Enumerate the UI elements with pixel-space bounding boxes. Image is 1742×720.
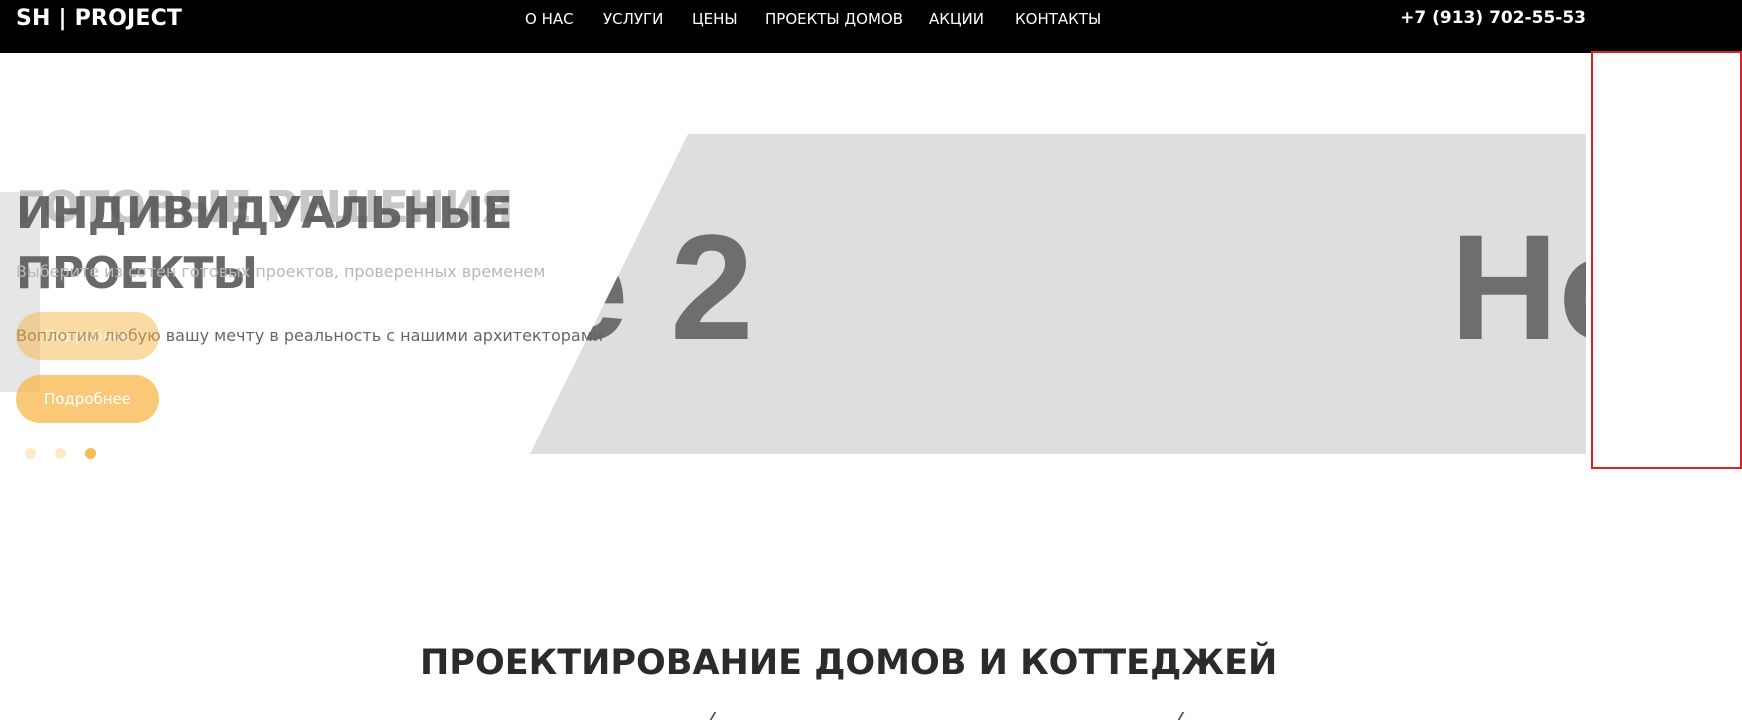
section-title: ПРОЕКТИРОВАНИЕ ДОМОВ И КОТТЕДЖЕЙ bbox=[420, 643, 1278, 683]
phone-number[interactable]: +7 (913) 702-55-53 bbox=[1400, 8, 1586, 28]
nav-item-services[interactable]: УСЛУГИ bbox=[603, 10, 663, 28]
nav-item-prices[interactable]: ЦЕНЫ bbox=[692, 10, 738, 28]
nav-item-contacts[interactable]: КОНТАКТЫ bbox=[1015, 10, 1101, 28]
nav-item-promotions[interactable]: АКЦИИ bbox=[929, 10, 984, 28]
site-logo[interactable]: SH | PROJECT bbox=[16, 6, 182, 31]
details-button-ghost[interactable]: Подробнее bbox=[16, 312, 159, 360]
nav-item-about[interactable]: О НАС bbox=[525, 10, 574, 28]
decor-stroke-left bbox=[709, 712, 721, 720]
top-navigation-bar: SH | PROJECT О НАС УСЛУГИ ЦЕНЫ ПРОЕКТЫ Д… bbox=[0, 0, 1742, 53]
slider-dot-2[interactable] bbox=[55, 448, 66, 459]
details-button[interactable]: Подробнее bbox=[16, 375, 159, 423]
hero-slide-image: use 2 Ho bbox=[530, 134, 1586, 454]
slider-dot-3-active[interactable] bbox=[85, 448, 96, 459]
hero-title: ИНДИВИДУАЛЬНЫЕ ПРОЕКТЫ bbox=[16, 184, 513, 304]
hero-title-line-1: ИНДИВИДУАЛЬНЫЕ bbox=[16, 188, 513, 239]
highlight-box bbox=[1591, 51, 1742, 469]
decor-stroke-right bbox=[1177, 712, 1189, 720]
slide-placeholder-text-next: Ho bbox=[1450, 203, 1586, 371]
slider-dot-1[interactable] bbox=[25, 448, 36, 459]
hero-subtitle-ghost: Выберите из сотен готовых проектов, пров… bbox=[16, 262, 546, 281]
nav-item-house-projects[interactable]: ПРОЕКТЫ ДОМОВ bbox=[765, 10, 903, 28]
